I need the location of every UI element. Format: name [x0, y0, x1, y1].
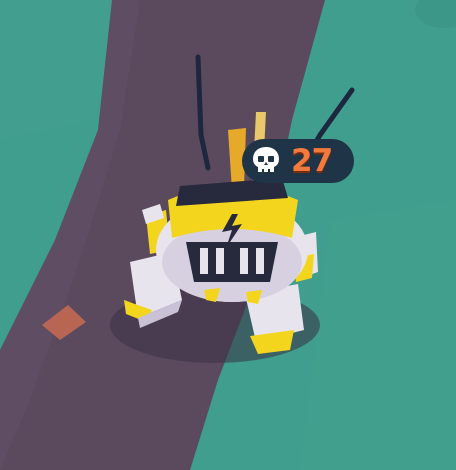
game-world	[0, 0, 456, 470]
skull-icon	[249, 144, 283, 178]
kill-counter-badge: 27	[242, 139, 354, 183]
robot-body	[156, 178, 308, 304]
game-scene: 27	[0, 0, 456, 470]
kill-count: 27	[291, 142, 333, 179]
